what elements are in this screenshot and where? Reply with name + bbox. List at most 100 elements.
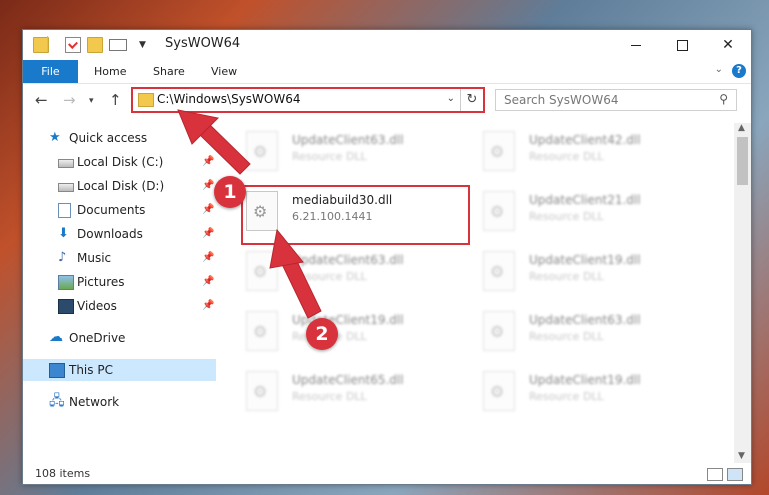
file-description: Resource DLL — [529, 390, 604, 403]
sidebar-item-this-pc[interactable]: This PC — [23, 359, 216, 381]
sidebar-item-label: Pictures — [77, 275, 125, 289]
tab-file[interactable]: File — [23, 60, 78, 83]
search-input[interactable]: Search SysWOW64 ⚲ — [495, 89, 737, 111]
sidebar-item-label: This PC — [69, 363, 113, 377]
sidebar-item-videos[interactable]: Videos 📌 — [23, 295, 216, 317]
file-description: Resource DLL — [292, 150, 367, 163]
dll-file-icon — [483, 251, 515, 291]
sidebar-item-onedrive[interactable]: ☁ OneDrive — [23, 327, 216, 349]
new-folder-icon[interactable] — [87, 37, 103, 53]
file-item[interactable]: UpdateClient65.dll Resource DLL — [246, 369, 476, 419]
search-icon[interactable]: ⚲ — [719, 92, 728, 106]
properties-icon[interactable] — [65, 37, 81, 53]
pin-icon[interactable]: 📌 — [202, 180, 214, 191]
documents-icon — [58, 203, 71, 218]
refresh-icon[interactable]: ↻ — [460, 89, 483, 111]
file-item[interactable]: UpdateClient63.dll Resource DLL — [483, 309, 713, 359]
up-arrow-icon[interactable]: ↑ — [109, 91, 122, 109]
address-row: ← → ▾ ↑ C:\Windows\SysWOW64 ⌄ ↻ Search S… — [23, 84, 751, 118]
minimize-button[interactable] — [613, 30, 659, 60]
address-path[interactable]: C:\Windows\SysWOW64 — [157, 92, 301, 106]
chevron-down-icon[interactable]: ▼ — [139, 40, 146, 50]
file-description: Resource DLL — [292, 270, 367, 283]
drive-icon — [58, 183, 74, 192]
details-view-icon[interactable] — [707, 468, 723, 481]
vertical-scrollbar[interactable]: ▲ ▼ — [734, 123, 751, 463]
sidebar-item-label: Documents — [77, 203, 146, 217]
file-name: UpdateClient63.dll — [529, 313, 641, 327]
ribbon-tabs: File Home Share View ⌄ ? — [23, 60, 751, 84]
sidebar-item-network[interactable]: 🖧 Network — [23, 391, 216, 413]
sidebar-item-documents[interactable]: Documents 📌 — [23, 199, 216, 221]
dll-file-icon — [246, 131, 278, 171]
recent-locations-icon[interactable]: ▾ — [89, 96, 94, 106]
sidebar-item-label: Network — [69, 395, 120, 409]
file-item[interactable]: UpdateClient21.dll Resource DLL — [483, 189, 713, 239]
sidebar-item-downloads[interactable]: ⬇ Downloads 📌 — [23, 223, 216, 245]
file-explorer-window: ▼ SysWOW64 ✕ File Home Share View ⌄ ? ← … — [22, 29, 752, 485]
file-item[interactable]: UpdateClient42.dll Resource DLL — [483, 129, 713, 179]
tab-view[interactable]: View — [211, 60, 237, 83]
sidebar-item-local-disk-d[interactable]: Local Disk (D:) 📌 — [23, 175, 216, 197]
step-1-badge: 1 — [214, 176, 246, 208]
scroll-down-icon[interactable]: ▼ — [738, 451, 745, 461]
sidebar-item-label: Local Disk (D:) — [77, 179, 165, 193]
navigation-pane: ★ Quick access Local Disk (C:) 📌 Local D… — [23, 123, 216, 463]
scroll-thumb[interactable] — [737, 137, 748, 185]
file-description: Resource DLL — [292, 390, 367, 403]
sidebar-item-pictures[interactable]: Pictures 📌 — [23, 271, 216, 293]
tab-home[interactable]: Home — [94, 60, 126, 83]
pictures-icon — [58, 275, 74, 290]
file-list: UpdateClient63.dll Resource DLL UpdateCl… — [221, 123, 733, 463]
status-bar: 108 items — [23, 463, 751, 484]
expand-ribbon-icon[interactable]: ⌄ — [715, 64, 723, 75]
pin-icon[interactable]: 📌 — [202, 276, 214, 287]
file-item[interactable]: UpdateClient19.dll Resource DLL — [483, 249, 713, 299]
pin-icon[interactable]: 📌 — [202, 228, 214, 239]
divider — [47, 36, 48, 52]
back-arrow-icon[interactable]: ← — [35, 91, 48, 109]
close-button[interactable]: ✕ — [705, 30, 751, 60]
scroll-up-icon[interactable]: ▲ — [738, 123, 745, 133]
address-bar[interactable]: C:\Windows\SysWOW64 ⌄ ↻ — [131, 87, 485, 113]
file-item[interactable]: UpdateClient19.dll Resource DLL — [246, 309, 476, 359]
dll-file-icon — [483, 371, 515, 411]
pin-icon[interactable]: 📌 — [202, 204, 214, 215]
customize-toolbar-icon[interactable] — [109, 39, 127, 51]
music-icon: ♪ — [58, 250, 67, 265]
file-name: UpdateClient21.dll — [529, 193, 641, 207]
file-name: UpdateClient19.dll — [529, 373, 641, 387]
file-description: Resource DLL — [529, 270, 604, 283]
pin-icon[interactable]: 📌 — [202, 300, 214, 311]
window-title: SysWOW64 — [165, 36, 241, 51]
file-description: Resource DLL — [529, 210, 604, 223]
large-icons-view-icon[interactable] — [727, 468, 743, 481]
file-item[interactable]: UpdateClient19.dll Resource DLL — [483, 369, 713, 419]
folder-icon — [138, 93, 154, 107]
chevron-down-icon[interactable]: ⌄ — [447, 93, 455, 104]
dll-file-icon — [246, 251, 278, 291]
file-item[interactable]: UpdateClient63.dll Resource DLL — [246, 129, 476, 179]
network-icon: 🖧 — [49, 393, 65, 409]
sidebar-item-local-disk-c[interactable]: Local Disk (C:) 📌 — [23, 151, 216, 173]
this-pc-icon — [49, 363, 65, 378]
sidebar-item-quick-access[interactable]: ★ Quick access — [23, 127, 216, 149]
help-icon[interactable]: ? — [732, 64, 746, 78]
file-description: Resource DLL — [529, 330, 604, 343]
tab-share[interactable]: Share — [153, 60, 185, 83]
sidebar-item-music[interactable]: ♪ Music 📌 — [23, 247, 216, 269]
pin-icon[interactable]: 📌 — [202, 156, 214, 167]
forward-arrow-icon[interactable]: → — [63, 91, 76, 109]
pin-icon[interactable]: 📌 — [202, 252, 214, 263]
item-count: 108 items — [35, 467, 91, 480]
file-name: UpdateClient19.dll — [529, 253, 641, 267]
selected-file-highlight — [241, 185, 470, 245]
sidebar-item-label: Music — [77, 251, 112, 265]
maximize-button[interactable] — [659, 30, 705, 60]
star-icon: ★ — [49, 130, 61, 145]
dll-file-icon — [246, 311, 278, 351]
title-bar: ▼ SysWOW64 ✕ — [23, 30, 751, 60]
dll-file-icon — [246, 371, 278, 411]
sidebar-item-label: OneDrive — [69, 331, 126, 345]
file-item[interactable]: UpdateClient63.dll Resource DLL — [246, 249, 476, 299]
